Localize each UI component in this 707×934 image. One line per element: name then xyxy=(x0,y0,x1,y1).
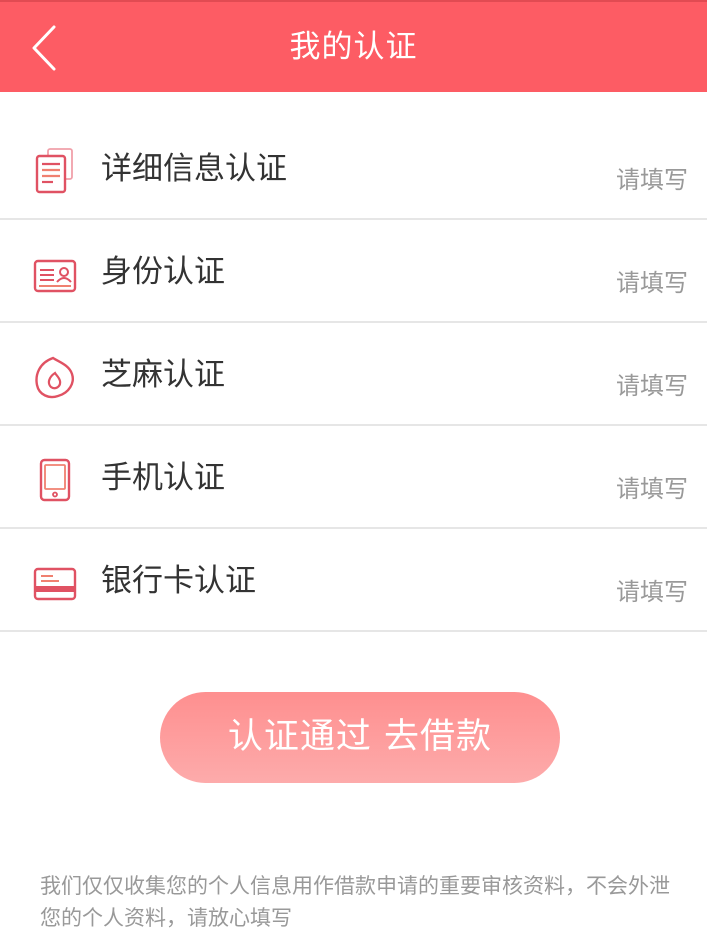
list-item-identity[interactable]: 身份认证 请填写 xyxy=(0,220,707,323)
status-text: 请填写 xyxy=(616,269,688,297)
list-item-label: 芝麻认证 xyxy=(101,357,225,393)
id-card-icon xyxy=(33,259,77,293)
status-text: 请填写 xyxy=(616,578,688,606)
list-item-label: 银行卡认证 xyxy=(101,563,256,599)
bank-card-icon xyxy=(33,567,77,601)
list-item-bank-card[interactable]: 银行卡认证 请填写 xyxy=(0,529,707,632)
sesame-icon xyxy=(35,356,74,399)
phone-icon xyxy=(39,458,71,502)
list-item-phone[interactable]: 手机认证 请填写 xyxy=(0,426,707,529)
status-text: 请填写 xyxy=(616,372,688,400)
status-text: 请填写 xyxy=(616,475,688,503)
page-title: 我的认证 xyxy=(289,29,418,65)
list-item-sesame[interactable]: 芝麻认证 请填写 xyxy=(0,323,707,426)
document-icon xyxy=(35,148,73,194)
status-text: 请填写 xyxy=(616,166,688,194)
list-item-label: 身份认证 xyxy=(101,254,225,290)
list-item-label: 手机认证 xyxy=(101,460,225,496)
privacy-notice: 我们仅仅收集您的个人信息用作借款申请的重要审核资料，不会外泄您的个人资料，请放心… xyxy=(40,874,670,930)
title-bar: 我的认证 xyxy=(0,0,707,92)
list-item-label: 详细信息认证 xyxy=(101,151,287,187)
list-item-detail-info[interactable]: 详细信息认证 请填写 xyxy=(0,117,707,220)
verification-list: 详细信息认证 请填写 身份认证 请填写 芝麻认证 请填写 手机认证 请填写 银行… xyxy=(0,117,707,632)
submit-button[interactable]: 认证通过 去借款 xyxy=(160,692,560,783)
